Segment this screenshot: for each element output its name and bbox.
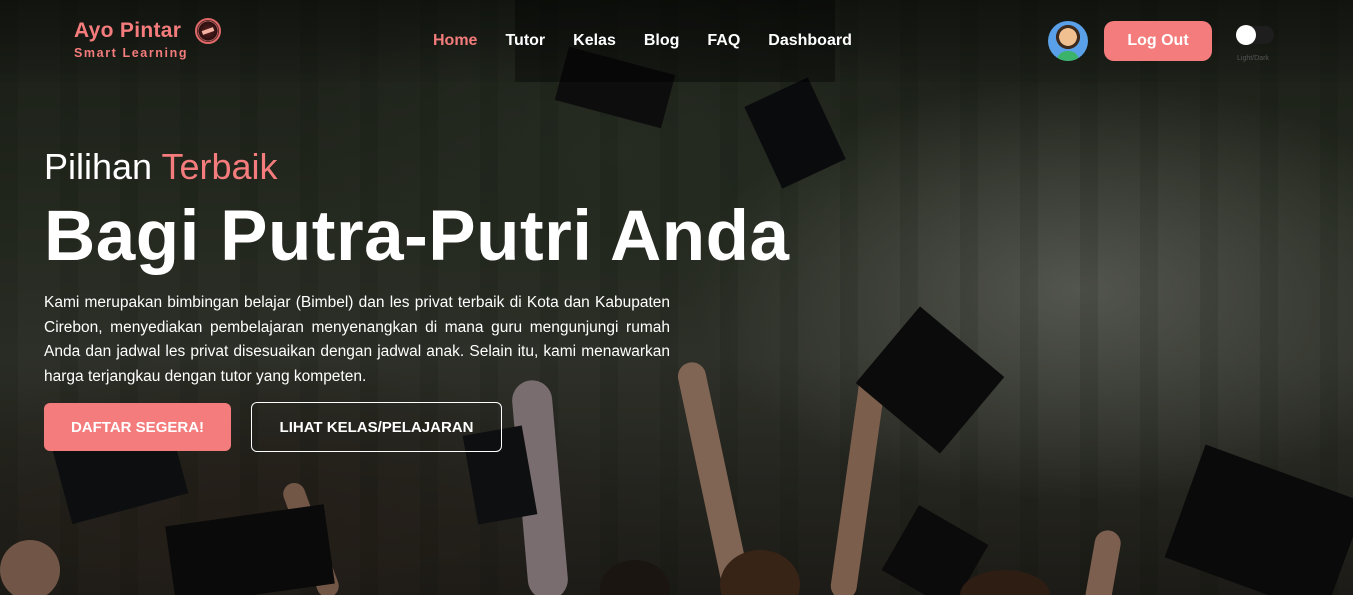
hero-title: Bagi Putra-Putri Anda [44,197,790,276]
nav-link-tutor[interactable]: Tutor [505,32,545,50]
nav-link-home[interactable]: Home [433,32,477,50]
nav-link-dashboard[interactable]: Dashboard [768,32,852,50]
nav-link-blog[interactable]: Blog [644,32,680,50]
main-nav: Home Tutor Kelas Blog FAQ Dashboard [433,32,880,50]
register-now-button[interactable]: DAFTAR SEGERA! [44,403,231,451]
user-avatar-icon[interactable] [1048,21,1088,61]
theme-toggle-label: Light/Dark [1237,55,1269,62]
brand-tagline: Smart Learning [74,46,189,60]
brand-badge-icon [195,18,222,44]
brand-name: Ayo Pintar [74,19,182,42]
view-classes-button[interactable]: LIHAT KELAS/PELAJARAN [251,402,502,452]
nav-link-faq[interactable]: FAQ [707,32,740,50]
nav-link-kelas[interactable]: Kelas [573,32,616,50]
hero-kicker-plain: Pilihan [44,146,153,187]
hero-kicker-accent: Terbaik [161,146,278,187]
logout-button[interactable]: Log Out [1104,21,1212,61]
theme-toggle[interactable] [1236,25,1274,45]
hero-description: Kami merupakan bimbingan belajar (Bimbel… [44,294,670,385]
toggle-knob [1236,25,1256,45]
hero-kicker: Pilihan Terbaik [44,146,278,188]
navbar: Ayo Pintar Smart Learning Home Tutor Kel… [0,0,1353,82]
brand-logo[interactable]: Ayo Pintar Smart Learning [74,18,222,60]
